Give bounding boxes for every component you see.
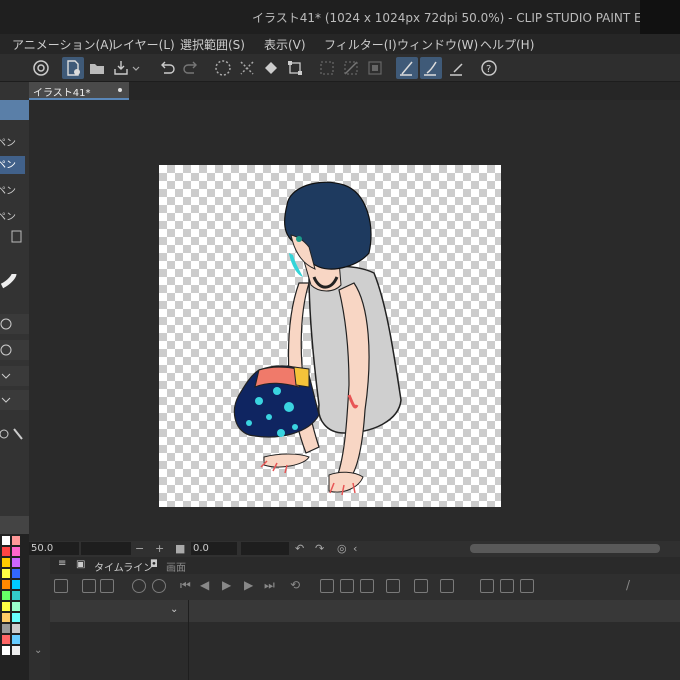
undo-icon[interactable] xyxy=(156,57,178,79)
sub-tool-label[interactable]: ペン xyxy=(0,134,25,149)
svg-text:?: ? xyxy=(486,64,491,75)
fill-icon[interactable] xyxy=(414,579,428,593)
menu-layer[interactable]: レイヤー(L) xyxy=(111,36,175,53)
frame3-icon[interactable] xyxy=(360,579,374,593)
menu-view[interactable]: 表示(V) xyxy=(264,36,306,53)
window-title: イラスト41* (1024 x 1024px 72dpi 50.0%) - CL… xyxy=(252,11,650,25)
menu-help[interactable]: ヘルプ(H) xyxy=(480,36,534,53)
panel-icon[interactable]: ▣ xyxy=(76,559,85,570)
menu-filter[interactable]: フィルター(I) xyxy=(324,36,397,53)
setting-dropdown[interactable] xyxy=(0,390,29,410)
sub-tool-label[interactable]: ペン xyxy=(0,182,25,197)
unsaved-dot-icon[interactable] xyxy=(118,88,122,92)
chevron-down-icon[interactable]: ⌄ xyxy=(34,645,42,656)
first-frame-icon[interactable]: ⏮ xyxy=(180,578,191,593)
window-controls[interactable] xyxy=(640,0,680,34)
menu-selection[interactable]: 選択範囲(S) xyxy=(180,36,245,53)
ruler2-icon[interactable] xyxy=(420,57,442,79)
zoom-in-button[interactable]: + xyxy=(155,542,164,555)
loop-icon[interactable]: ⟲ xyxy=(290,578,300,592)
chevron-down-icon[interactable]: ⌄ xyxy=(170,604,178,615)
animation-icon[interactable] xyxy=(0,516,29,534)
timeline-body[interactable] xyxy=(50,622,680,680)
slash-icon[interactable]: / xyxy=(626,578,630,592)
clear-icon[interactable] xyxy=(236,57,258,79)
snap2-icon[interactable] xyxy=(364,57,386,79)
zoom-slider[interactable] xyxy=(81,542,131,555)
transform-icon[interactable] xyxy=(284,57,306,79)
next-frame-icon[interactable]: ▶ xyxy=(244,578,253,592)
chevron-left-icon[interactable]: ‹ xyxy=(353,542,357,555)
new-frame-icon[interactable] xyxy=(320,579,334,593)
zoom-in-icon[interactable] xyxy=(152,579,166,593)
play-icon[interactable]: ▶ xyxy=(222,578,231,592)
trash-icon[interactable] xyxy=(0,228,29,243)
timeline-side: ⌄ xyxy=(29,557,50,680)
wrench-icon[interactable] xyxy=(0,426,29,442)
zoom-out-button[interactable]: − xyxy=(135,542,144,555)
clip-icon[interactable] xyxy=(500,579,514,593)
ruler3-icon[interactable] xyxy=(446,57,468,79)
title-bar: イラスト41* (1024 x 1024px 72dpi 50.0%) - CL… xyxy=(0,0,680,34)
sub-tool-label[interactable]: ペン xyxy=(0,156,25,174)
setting-dropdown[interactable] xyxy=(0,366,29,386)
timeline-toolbar: ⏮ ◀ ▶ ▶ ⏭ ⟲ / xyxy=(50,574,680,600)
rotate-left-icon[interactable]: ↶ xyxy=(295,542,304,555)
fill-icon[interactable] xyxy=(260,57,282,79)
document-tab[interactable]: イラスト41* xyxy=(29,82,129,100)
color-palette[interactable] xyxy=(0,534,29,680)
command-bar: ? xyxy=(0,54,680,82)
curve-icon[interactable] xyxy=(480,579,494,593)
hide-selection-icon[interactable] xyxy=(316,57,338,79)
pen-icon[interactable] xyxy=(520,579,534,593)
sub-tool-selected[interactable] xyxy=(0,100,29,120)
timeline-divider[interactable] xyxy=(188,600,189,680)
canvas[interactable] xyxy=(159,165,501,507)
chevron-down-icon[interactable] xyxy=(130,57,142,79)
reset-rotation-icon[interactable]: ◎ xyxy=(337,542,347,555)
selection-dots-icon[interactable] xyxy=(212,57,234,79)
ruler-icon[interactable] xyxy=(396,57,418,79)
stop-icon[interactable]: ■ xyxy=(175,542,185,555)
redo-icon[interactable] xyxy=(180,57,202,79)
help-icon[interactable]: ? xyxy=(478,57,500,79)
rotation-input[interactable]: 0.0 xyxy=(191,542,237,555)
document-tab-label: イラスト41* xyxy=(33,88,91,99)
sub-tool-label[interactable]: ペン xyxy=(0,208,25,223)
timeline-tab[interactable]: タイムライン xyxy=(94,559,153,574)
snap1-icon[interactable] xyxy=(340,57,362,79)
edit-timeline-icon[interactable] xyxy=(82,579,96,593)
new-timeline-icon[interactable] xyxy=(54,579,68,593)
menu-animation[interactable]: アニメーション(A) xyxy=(12,36,113,53)
zoom-out-icon[interactable] xyxy=(132,579,146,593)
menu-window[interactable]: ウィンドウ(W) xyxy=(397,36,478,53)
frame2-icon[interactable] xyxy=(340,579,354,593)
onion-icon[interactable] xyxy=(386,579,400,593)
setting-row[interactable] xyxy=(0,314,29,334)
keyframe-icon[interactable] xyxy=(440,579,454,593)
timeline-track-row[interactable]: ⌄ xyxy=(50,600,680,622)
rotation-slider[interactable] xyxy=(241,542,289,555)
new-icon[interactable] xyxy=(62,57,84,79)
tool-panel: ペン ペン ペン ペン xyxy=(0,82,29,680)
horizontal-scrollbar[interactable] xyxy=(470,544,660,553)
new-cel-icon[interactable] xyxy=(100,579,114,593)
setting-row[interactable] xyxy=(0,340,29,360)
brush-preview-icon xyxy=(0,272,29,290)
prev-frame-icon[interactable]: ◀ xyxy=(200,578,209,592)
zoom-input[interactable]: 50.0 xyxy=(29,542,79,555)
clip-studio-icon[interactable] xyxy=(30,57,52,79)
rotate-right-icon[interactable]: ↷ xyxy=(315,542,324,555)
screen-tab[interactable]: 画面 xyxy=(166,559,186,574)
timeline-header: ≡ ▣ タイムライン ◘ 画面 xyxy=(50,557,680,574)
menu-icon[interactable]: ≡ xyxy=(58,558,66,569)
camera-icon[interactable]: ◘ xyxy=(150,559,158,570)
save-icon[interactable] xyxy=(110,57,132,79)
menu-bar: アニメーション(A) レイヤー(L) 選択範囲(S) 表示(V) フィルター(I… xyxy=(0,34,680,54)
open-icon[interactable] xyxy=(86,57,108,79)
illustration-figure xyxy=(233,181,402,496)
last-frame-icon[interactable]: ⏭ xyxy=(264,578,275,593)
